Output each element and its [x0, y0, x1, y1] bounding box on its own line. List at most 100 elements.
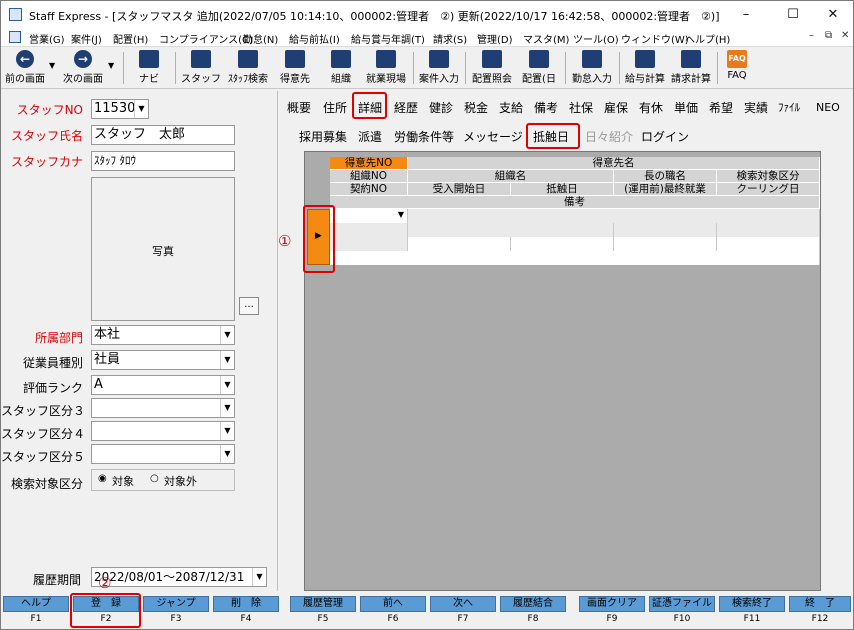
org-name-cell[interactable] [408, 223, 614, 237]
chevron-down-icon[interactable]: ▼ [398, 210, 404, 219]
menu-master[interactable]: マスタ(M) [523, 31, 569, 46]
clear-screen-button[interactable]: 画面クリア [579, 596, 645, 612]
history-manage-button[interactable]: 履歴管理 [290, 596, 356, 612]
menu-placement[interactable]: 配置(H) [113, 31, 148, 46]
tab-preference[interactable]: 希望 [709, 97, 733, 119]
billing-calc-button[interactable]: 請求計算 [669, 49, 713, 87]
staff-button[interactable]: スタッフ [181, 49, 221, 87]
tab-checkup[interactable]: 健診 [429, 97, 453, 119]
menu-attendance[interactable]: 勤怠(N) [243, 31, 278, 46]
tab-file[interactable]: ﾌｧｲﾙ [778, 97, 800, 119]
tab-message[interactable]: メッセージ [463, 126, 523, 148]
client-no-cell[interactable]: ▼ [330, 209, 408, 223]
back-button[interactable]: ← 前の画面 [3, 49, 47, 87]
chevron-down-icon[interactable]: ▼ [220, 445, 234, 463]
voucher-file-button[interactable]: 証憑ファイル [649, 596, 715, 612]
close-button[interactable]: ✕ [813, 5, 853, 25]
tab-unit-price[interactable]: 単価 [674, 97, 698, 119]
emp-type-select[interactable]: 社員 ▼ [91, 350, 235, 370]
payroll-calc-button[interactable]: 給与計算 [623, 49, 667, 87]
photo-browse-button[interactable]: ... [239, 297, 259, 315]
tab-address[interactable]: 住所 [323, 97, 347, 119]
radio-nontarget-icon[interactable]: ○ [150, 473, 159, 484]
conflict-date-cell[interactable] [511, 237, 614, 251]
tab-career[interactable]: 経歴 [394, 97, 418, 119]
forward-button[interactable]: → 次の画面 [59, 49, 107, 87]
radio-target-label[interactable]: 対象 [112, 473, 134, 489]
prev-button[interactable]: 前へ [360, 596, 426, 612]
menu-admin[interactable]: 管理(D) [477, 31, 513, 46]
chevron-down-icon[interactable]: ▼ [220, 376, 234, 394]
chevron-down-icon[interactable]: ▼ [220, 326, 234, 344]
tab-recruitment[interactable]: 採用募集 [299, 126, 347, 148]
menu-billing[interactable]: 請求(S) [433, 31, 467, 46]
search-target-cell[interactable] [717, 223, 820, 237]
menu-case[interactable]: 案件(J) [71, 31, 102, 46]
org-no-cell[interactable] [330, 223, 408, 237]
menu-tools[interactable]: ツール(O) [573, 31, 619, 46]
start-date-cell[interactable] [408, 237, 511, 251]
placement-inquiry-button[interactable]: 配置照会 [469, 49, 515, 87]
navi-button[interactable]: ナビ [131, 49, 167, 87]
tab-working-conditions[interactable]: 労働条件等 [394, 126, 454, 148]
remarks-cell[interactable] [330, 251, 820, 265]
rank-select[interactable]: A ▼ [91, 375, 235, 395]
chevron-down-icon[interactable]: ▼ [220, 351, 234, 369]
worksite-button[interactable]: 就業現場 [363, 49, 409, 87]
cat5-select[interactable]: ▼ [91, 444, 235, 464]
client-name-cell[interactable] [408, 209, 820, 223]
menu-payroll[interactable]: 給与賞与年調(T) [351, 31, 425, 46]
radio-target-selected-icon[interactable]: ◉ [98, 473, 107, 484]
help-button[interactable]: ヘルプ [3, 596, 69, 612]
staff-search-button[interactable]: ｽﾀｯﾌ検索 [223, 49, 273, 87]
cooling-date-cell[interactable] [717, 237, 820, 251]
organization-button[interactable]: 組織 [321, 49, 361, 87]
tab-payment[interactable]: 支給 [499, 97, 523, 119]
mdi-minimize-button[interactable]: – [809, 30, 814, 41]
tab-employment-insurance[interactable]: 雇保 [604, 97, 628, 119]
minimize-button[interactable]: – [726, 5, 766, 25]
menu-sales[interactable]: 営業(G) [29, 31, 65, 46]
chevron-down-icon[interactable]: ▼ [134, 100, 148, 118]
staff-name-field[interactable]: スタッフ 太郎 [91, 125, 235, 145]
mdi-close-button[interactable]: ✕ [841, 30, 849, 41]
maximize-button[interactable]: ☐ [773, 5, 813, 25]
radio-nontarget-label[interactable]: 対象外 [164, 473, 197, 489]
tab-dispatch[interactable]: 派遣 [358, 126, 382, 148]
delete-button[interactable]: 削 除 [213, 596, 279, 612]
tab-paid-leave[interactable]: 有休 [639, 97, 663, 119]
last-work-cell[interactable] [614, 237, 717, 251]
tab-social-insurance[interactable]: 社保 [569, 97, 593, 119]
forward-dropdown-icon[interactable]: ▼ [108, 61, 114, 70]
head-title-cell[interactable] [614, 223, 717, 237]
tab-tax[interactable]: 税金 [464, 97, 488, 119]
case-input-button[interactable]: 案件入力 [417, 49, 461, 87]
back-dropdown-icon[interactable]: ▼ [49, 61, 55, 70]
chevron-down-icon[interactable]: ▼ [220, 422, 234, 440]
menu-compliance[interactable]: コンプライアンス(C) [159, 31, 253, 46]
mdi-restore-button[interactable]: ⧉ [825, 30, 832, 41]
chevron-down-icon[interactable]: ▼ [220, 399, 234, 417]
staff-no-field[interactable]: 115305 ▼ [91, 99, 149, 119]
faq-button[interactable]: FAQ FAQ [723, 49, 751, 87]
client-button[interactable]: 得意先 [275, 49, 315, 87]
tab-overview[interactable]: 概要 [287, 97, 311, 119]
next-button[interactable]: 次へ [430, 596, 496, 612]
tab-notes[interactable]: 備考 [534, 97, 558, 119]
chevron-down-icon[interactable]: ▼ [252, 568, 266, 586]
history-merge-button[interactable]: 履歴結合 [500, 596, 566, 612]
menu-advance-pay[interactable]: 給与前払(I) [289, 31, 340, 46]
tab-login[interactable]: ログイン [641, 126, 689, 148]
tab-results[interactable]: 実績 [744, 97, 768, 119]
cat3-select[interactable]: ▼ [91, 398, 235, 418]
end-search-button[interactable]: 検索終了 [719, 596, 785, 612]
exit-button[interactable]: 終 了 [789, 596, 851, 612]
contract-no-cell[interactable] [330, 237, 408, 251]
staff-kana-field[interactable]: ｽﾀｯﾌ ﾀﾛｳ [91, 151, 235, 171]
jump-button[interactable]: ジャンプ [143, 596, 209, 612]
cat4-select[interactable]: ▼ [91, 421, 235, 441]
placement-daily-button[interactable]: 配置(日 [517, 49, 561, 87]
menu-window[interactable]: ウィンドウ(W) [621, 31, 689, 46]
tab-neo[interactable]: NEO [816, 97, 840, 119]
attendance-input-button[interactable]: 勤怠入力 [569, 49, 615, 87]
